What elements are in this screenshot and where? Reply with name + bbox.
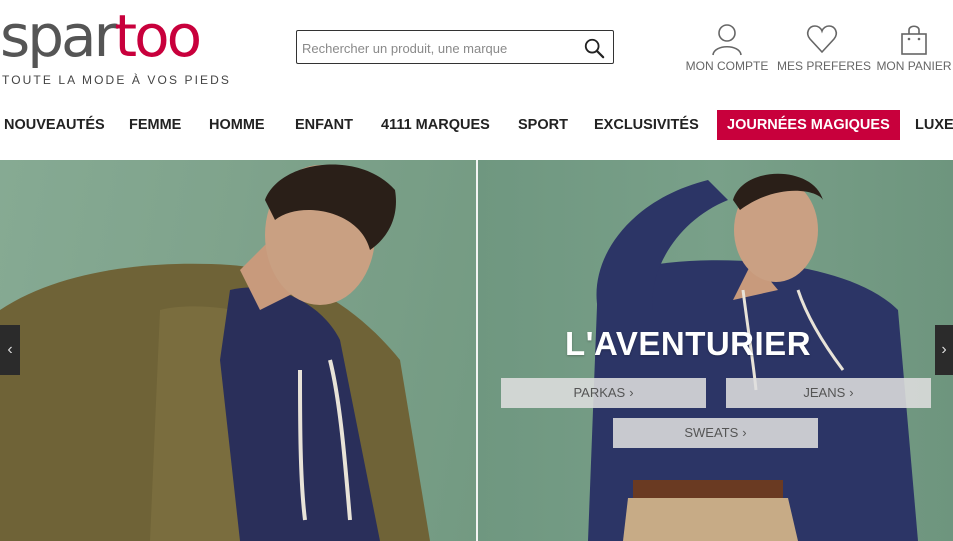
hero-photo-left (0, 160, 476, 541)
category-button-parkas-label: PARKAS (573, 385, 626, 400)
search-input[interactable] (300, 37, 574, 59)
nav-item-luxe[interactable]: LUXE (915, 110, 953, 140)
my-cart-label: MON PANIER (876, 59, 952, 73)
nav-item-enfant[interactable]: ENFANT (295, 110, 353, 140)
tagline: TOUTE LA MODE À VOS PIEDS (2, 73, 231, 87)
user-icon (712, 24, 742, 56)
my-favorites-label: MES PREFERES (777, 59, 872, 73)
nav-item-marques[interactable]: 4111 MARQUES (381, 110, 490, 140)
nav-item-homme[interactable]: HOMME (209, 110, 265, 140)
nav-item-sport[interactable]: SPORT (518, 110, 568, 140)
category-button-parkas[interactable]: PARKAS › (501, 378, 706, 408)
model-jacket-illustration (0, 164, 430, 541)
search-box (296, 30, 614, 64)
main-nav: NOUVEAUTÉS FEMME HOMME ENFANT 4111 MARQU… (0, 110, 953, 140)
chevron-right-icon: › (742, 425, 747, 440)
chevron-right-icon: › (849, 385, 854, 400)
logo-part-spar: spar (0, 2, 117, 70)
category-button-sweats[interactable]: SWEATS › (613, 418, 818, 448)
logo-wordmark: spartoo (0, 6, 202, 66)
nav-item-journees-magiques[interactable]: JOURNÉES MAGIQUES (717, 110, 900, 140)
my-favorites-link[interactable]: MES PREFERES (777, 22, 872, 73)
slider-prev-button[interactable]: ‹ (0, 325, 20, 375)
my-account-label: MON COMPTE (685, 59, 769, 73)
category-button-sweats-label: SWEATS (684, 425, 739, 440)
hero-banner[interactable]: ‹ › L'AVENTURIER PARKAS › JEANS › SWEATS › (0, 160, 953, 541)
campaign-title: L'AVENTURIER (564, 325, 812, 362)
my-cart-link[interactable]: MON PANIER (869, 22, 953, 73)
nav-item-exclusivites[interactable]: EXCLUSIVITÉS (594, 110, 699, 140)
heart-icon (807, 25, 837, 54)
category-button-jeans-label: JEANS (803, 385, 846, 400)
shopping-bag-icon (901, 25, 927, 55)
logo-part-too: too (114, 2, 202, 70)
slider-next-button[interactable]: › (935, 325, 953, 375)
spartoo-logo[interactable]: spartoo TOUTE LA MODE À VOS PIEDS (0, 6, 240, 90)
nav-item-femme[interactable]: FEMME (129, 110, 181, 140)
nav-item-nouveautes[interactable]: NOUVEAUTÉS (4, 110, 105, 140)
chevron-right-icon: › (629, 385, 634, 400)
my-account-link[interactable]: MON COMPTE (682, 22, 772, 73)
search-icon[interactable] (583, 37, 605, 59)
category-button-jeans[interactable]: JEANS › (726, 378, 931, 408)
